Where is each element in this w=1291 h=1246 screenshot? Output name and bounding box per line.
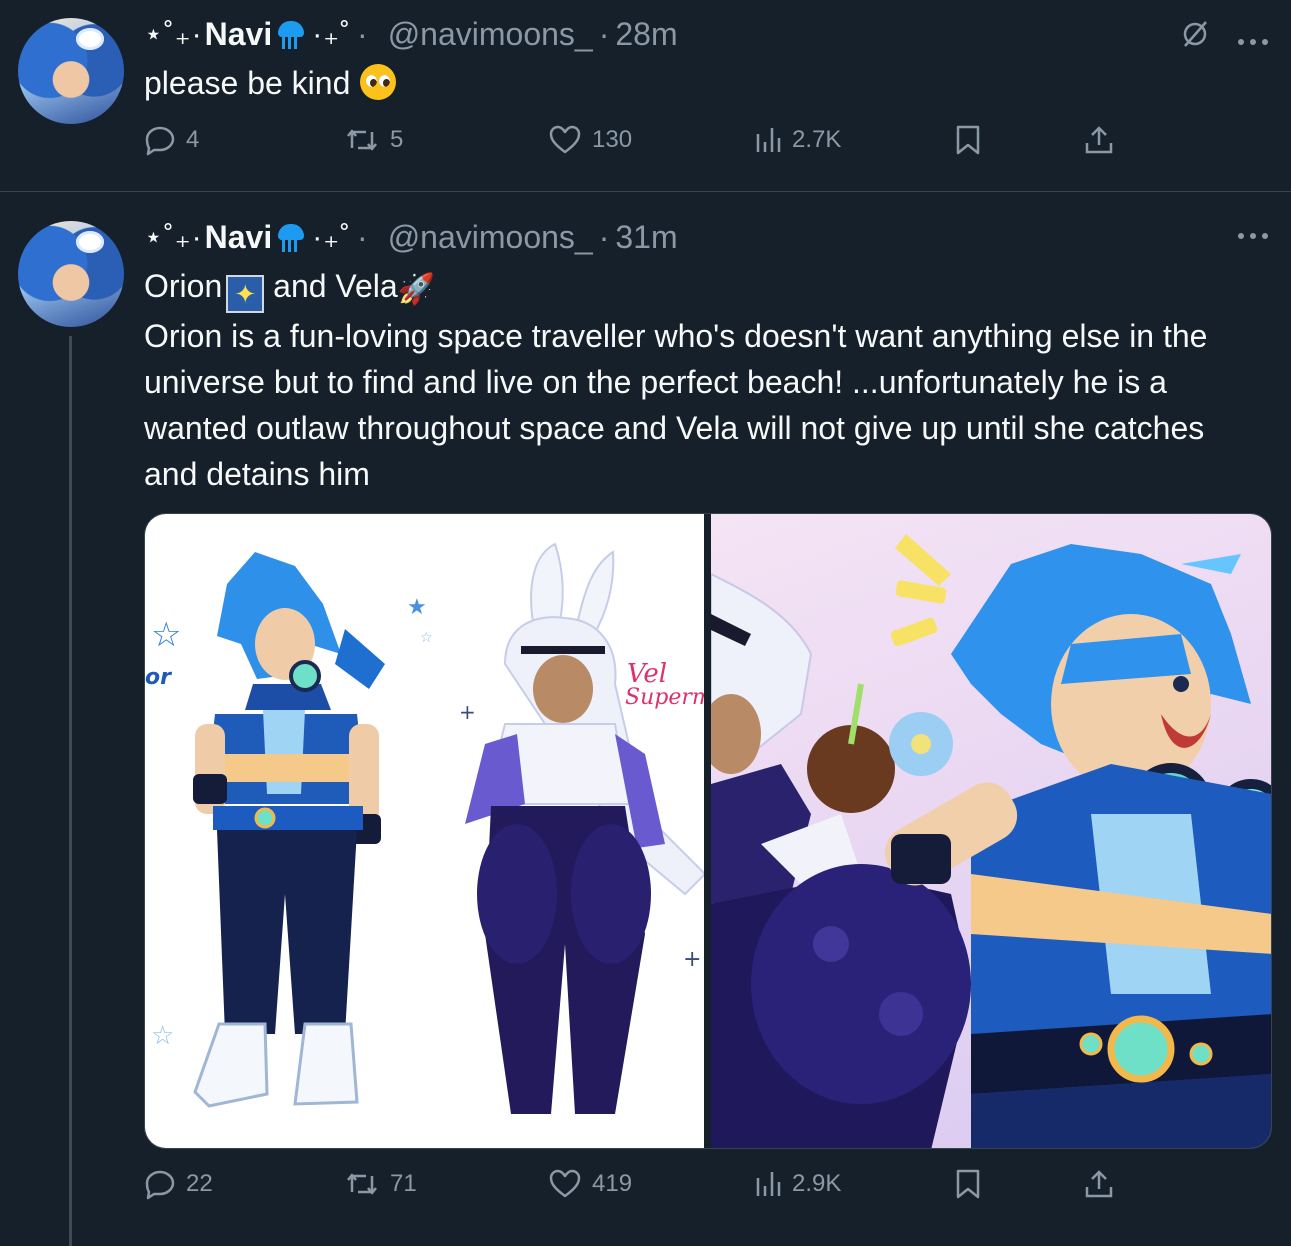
repost-count: 71 xyxy=(390,1170,417,1197)
tweet-text-and-vela: and Vela xyxy=(264,268,398,304)
tweet-text-line-1: Orion ✦ and Vela🚀 xyxy=(144,263,1264,313)
reply-icon xyxy=(145,126,175,156)
reply-button[interactable]: 22 xyxy=(144,1168,213,1200)
reply-button[interactable]: 4 xyxy=(144,124,199,156)
views-button[interactable]: 2.9K xyxy=(754,1168,841,1200)
character-sheet-illustration: ★ ☆ + + ☆ or ☆ Vel Superm xyxy=(145,542,704,1114)
dizzy-star-emoji-icon: ✦ xyxy=(226,275,265,313)
tweet-action-bar: 4 5 130 2.7K xyxy=(144,124,1124,164)
share-button[interactable] xyxy=(1084,1168,1114,1200)
jellyfish-icon xyxy=(278,222,305,252)
repost-button[interactable]: 5 xyxy=(344,124,403,156)
avatar[interactable] xyxy=(18,18,124,124)
views-icon xyxy=(756,128,781,152)
share-icon xyxy=(1085,126,1113,154)
media-image-closeup[interactable] xyxy=(711,514,1271,1148)
rocket-emoji-icon: 🚀 xyxy=(397,273,436,306)
svg-text:☆: ☆ xyxy=(420,630,433,646)
repost-button[interactable]: 71 xyxy=(344,1168,417,1200)
like-button[interactable]: 130 xyxy=(548,124,632,156)
heart-icon xyxy=(549,125,581,154)
timestamp[interactable]: 28m xyxy=(615,16,677,53)
repost-count: 5 xyxy=(390,126,404,153)
bookmark-icon xyxy=(956,125,980,155)
reply-count: 22 xyxy=(186,1170,213,1197)
mute-icon[interactable] xyxy=(1179,18,1211,55)
svg-text:☆: ☆ xyxy=(151,1021,174,1051)
tweet-text-body: Orion is a fun-loving space traveller wh… xyxy=(144,318,1208,492)
pleading-face-emoji-icon xyxy=(360,64,397,100)
svg-text:☆: ☆ xyxy=(151,615,181,655)
more-icon[interactable] xyxy=(1237,221,1269,241)
media-image-character-sheet[interactable]: ★ ☆ + + ☆ or ☆ Vel Superm xyxy=(145,514,704,1148)
repost-icon xyxy=(347,1173,377,1195)
user-handle[interactable]: @navimoons_ xyxy=(388,219,593,256)
tweet-1[interactable]: ⋆˚₊· Navi ·₊˚ · @navimoons_ · 28m please… xyxy=(0,0,1291,192)
closeup-illustration xyxy=(711,534,1271,1148)
tweet-text-content: please be kind xyxy=(144,65,351,101)
avatar[interactable] xyxy=(18,221,124,327)
tweet-2[interactable]: ⋆˚₊· Navi ·₊˚ · @navimoons_ · 31m Orion ✦… xyxy=(0,193,1291,1246)
view-count: 2.7K xyxy=(792,126,842,153)
bookmark-button[interactable] xyxy=(954,1168,982,1200)
display-name[interactable]: Navi xyxy=(205,16,273,53)
jellyfish-icon xyxy=(278,19,305,49)
user-handle[interactable]: @navimoons_ xyxy=(388,16,593,53)
tweet-top-actions xyxy=(1179,18,1269,55)
bookmark-icon xyxy=(956,1169,980,1199)
tweet-action-bar: 22 71 419 2.9K xyxy=(144,1168,1124,1208)
display-name-prefix: ⋆˚₊· xyxy=(144,220,203,254)
svg-text:or: or xyxy=(145,665,172,690)
display-name[interactable]: Navi xyxy=(205,219,273,256)
avatar-flower xyxy=(76,231,104,253)
display-name-suffix: ·₊˚ xyxy=(312,220,352,254)
svg-text:★: ★ xyxy=(407,595,427,620)
tweet-media-grid: ★ ☆ + + ☆ or ☆ Vel Superm xyxy=(144,513,1272,1149)
display-name-suffix: ·₊˚ xyxy=(312,17,352,51)
share-icon xyxy=(1085,1170,1113,1198)
heart-icon xyxy=(549,1169,581,1198)
tweet-text: please be kind xyxy=(144,60,1264,106)
like-count: 130 xyxy=(592,126,633,153)
separator-dot: · xyxy=(357,218,368,255)
separator-dot: · xyxy=(598,218,610,255)
view-count: 2.9K xyxy=(792,1170,842,1197)
separator-dot: · xyxy=(357,15,368,52)
avatar-flower xyxy=(76,28,104,50)
tweet-header: ⋆˚₊· Navi ·₊˚ · @navimoons_ · 31m xyxy=(144,217,678,257)
display-name-prefix: ⋆˚₊· xyxy=(144,17,203,51)
share-button[interactable] xyxy=(1084,124,1114,156)
tweet-header: ⋆˚₊· Navi ·₊˚ · @navimoons_ · 28m xyxy=(144,14,678,54)
repost-icon xyxy=(347,129,377,151)
bookmark-button[interactable] xyxy=(954,124,982,156)
views-button[interactable]: 2.7K xyxy=(754,124,841,156)
thread-connector-line xyxy=(69,336,72,1246)
tweet-text: Orion ✦ and Vela🚀 Orion is a fun-loving s… xyxy=(144,263,1264,497)
svg-text:+: + xyxy=(459,700,476,724)
tweet-text-orion: Orion xyxy=(144,268,223,304)
tweet-top-actions xyxy=(1237,221,1269,241)
reply-count: 4 xyxy=(186,126,200,153)
reply-icon xyxy=(145,1170,175,1200)
more-icon[interactable] xyxy=(1237,27,1269,47)
like-count: 419 xyxy=(592,1170,633,1197)
vela-signature-bottom: Superm xyxy=(625,685,704,710)
like-button[interactable]: 419 xyxy=(548,1168,632,1200)
separator-dot: · xyxy=(598,15,610,52)
timestamp[interactable]: 31m xyxy=(615,219,677,256)
svg-text:+: + xyxy=(683,947,701,972)
views-icon xyxy=(756,1172,781,1196)
